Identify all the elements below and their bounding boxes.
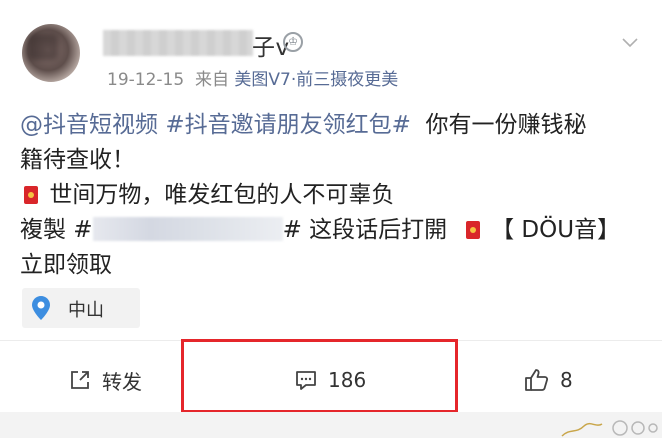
location-label: 中山 bbox=[68, 300, 104, 321]
repost-label: 转发 bbox=[102, 369, 142, 394]
repost-button[interactable]: 转发 bbox=[68, 360, 142, 400]
mention-link[interactable]: @抖音短视频 bbox=[20, 112, 158, 138]
hashtag-link[interactable]: #抖音邀请朋友领红包# bbox=[165, 112, 411, 138]
post-line: 立即领取 bbox=[20, 248, 650, 283]
blurred-code bbox=[92, 217, 283, 241]
post-timestamp: 19-12-15 bbox=[107, 70, 185, 90]
post-meta: 19-12-15 来自 美图V7·前三摄夜更美 bbox=[107, 65, 398, 90]
post-line-text: 你有一份赚钱秘 bbox=[425, 112, 587, 138]
thumbs-up-icon bbox=[525, 369, 549, 391]
post-text: @抖音短视频 #抖音邀请朋友领红包# 你有一份赚钱秘 籍待查收！ 世间万物，唯发… bbox=[20, 108, 650, 283]
post-line-text: 【 DÖU音】 bbox=[491, 217, 621, 243]
decorative-doodle-icon bbox=[561, 420, 658, 437]
like-button[interactable]: 8 bbox=[524, 360, 573, 400]
red-packet-icon bbox=[465, 221, 480, 239]
post-line: 世间万物，唯发红包的人不可辜负 bbox=[20, 178, 650, 213]
post-line-text: 世间万物，唯发红包的人不可辜负 bbox=[49, 182, 395, 208]
post-line-text: 複製 # bbox=[20, 217, 93, 243]
post-line-text: 立即领取 bbox=[20, 252, 112, 278]
post-line: 複製 # # 这段话后打開 【 DÖU音】 bbox=[20, 213, 650, 248]
red-packet-icon bbox=[24, 186, 38, 204]
vip-badge-icon: ♔ bbox=[283, 32, 303, 52]
comment-highlight-box bbox=[181, 339, 458, 413]
post-line: 籍待查收！ bbox=[20, 143, 650, 178]
chevron-down-icon[interactable] bbox=[622, 35, 638, 51]
like-count: 8 bbox=[560, 368, 573, 392]
username-blurred[interactable] bbox=[103, 30, 253, 56]
post-line: @抖音短视频 #抖音邀请朋友领红包# 你有一份赚钱秘 bbox=[20, 108, 650, 143]
post-line-text: # 这段话后打開 bbox=[282, 217, 448, 243]
source-prefix: 来自 bbox=[194, 70, 229, 90]
location-chip[interactable]: 中山 bbox=[22, 288, 140, 328]
source-device[interactable]: 美图V7·前三摄夜更美 bbox=[234, 70, 398, 90]
location-pin-icon bbox=[32, 296, 50, 320]
post-line-text: 籍待查收！ bbox=[20, 147, 135, 173]
avatar[interactable] bbox=[22, 24, 80, 82]
repost-icon bbox=[71, 371, 89, 389]
